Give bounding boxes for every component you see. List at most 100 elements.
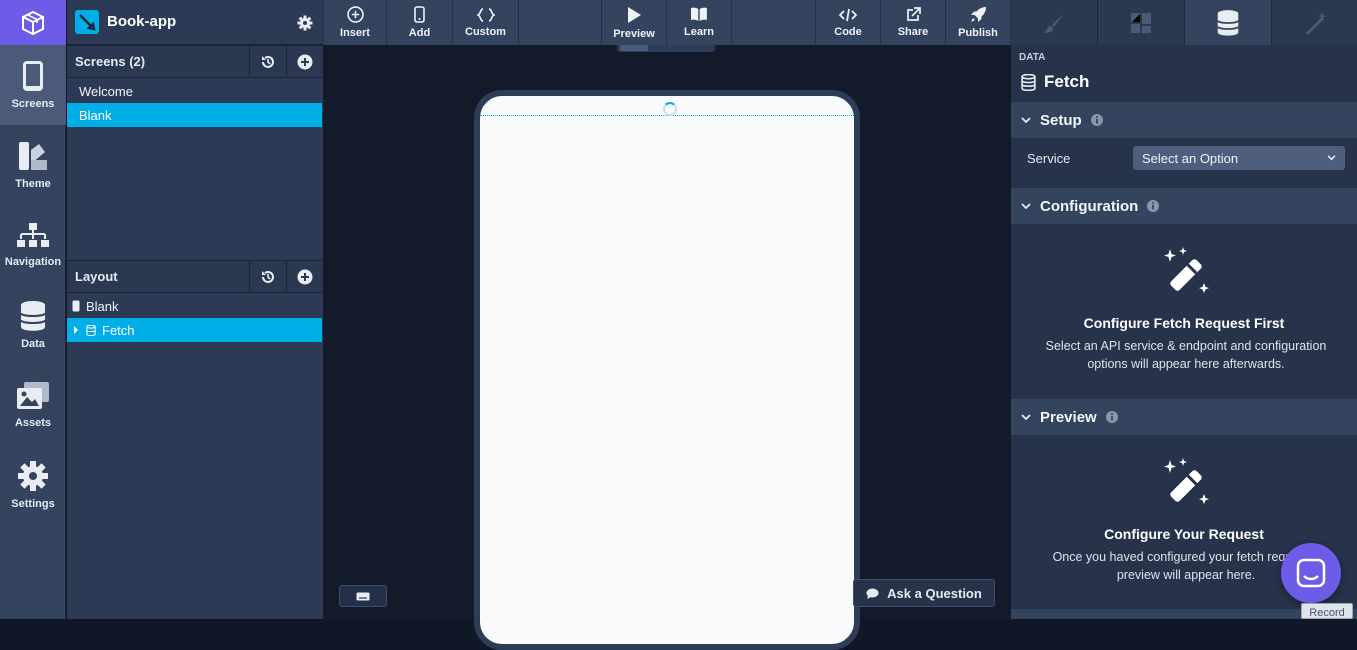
phone-preview[interactable] (474, 90, 860, 650)
screen-item-blank[interactable]: Blank (67, 103, 322, 127)
plus-circle-icon (346, 6, 364, 23)
rail-label: Screens (11, 98, 55, 110)
rail-item-theme[interactable]: Theme (0, 125, 66, 205)
setup-body: Service Select an Option (1011, 138, 1357, 187)
caret-right-icon[interactable] (73, 326, 79, 334)
sitemap-icon (17, 223, 49, 247)
preview-section-header[interactable]: Preview (1011, 399, 1357, 435)
info-icon[interactable] (1090, 114, 1103, 126)
info-icon[interactable] (1105, 411, 1118, 423)
configuration-heading: Configure Fetch Request First (1083, 315, 1285, 331)
add-screen-button[interactable] (286, 45, 323, 78)
cube-icon (22, 10, 44, 35)
rail-item-assets[interactable]: Assets (0, 365, 66, 445)
images-icon (17, 382, 49, 409)
theme-icon (19, 142, 47, 170)
chat-launcher-button[interactable] (1281, 543, 1341, 603)
rail-label: Data (21, 338, 45, 350)
ask-question-button[interactable]: Ask a Question (853, 579, 995, 607)
custom-label: Custom (465, 25, 506, 38)
share-label: Share (897, 26, 929, 38)
play-icon (627, 6, 641, 23)
insert-label: Insert (340, 27, 370, 39)
plus-circle-icon (297, 54, 313, 69)
tab-data[interactable] (1185, 0, 1272, 45)
app-icon (75, 10, 99, 34)
database-icon (1216, 9, 1240, 36)
learn-label: Learn (684, 26, 714, 38)
grid-icon (1131, 12, 1151, 33)
phone-icon (414, 6, 425, 23)
rail-item-screens[interactable]: Screens (0, 45, 66, 125)
phone-icon (72, 300, 80, 312)
custom-button[interactable]: Custom (453, 0, 519, 45)
info-icon[interactable] (1147, 200, 1160, 212)
setup-section-header[interactable]: Setup (1011, 102, 1357, 138)
preview-label: Preview (613, 27, 655, 40)
insert-button[interactable]: Insert (323, 0, 387, 45)
share-button[interactable]: Share (881, 0, 946, 45)
plus-circle-icon (297, 269, 313, 284)
configuration-section-header[interactable]: Configuration (1011, 188, 1357, 224)
service-select[interactable]: Select an Option (1133, 146, 1345, 170)
preview-button[interactable]: Preview (601, 0, 667, 45)
tab-style[interactable] (1011, 0, 1098, 45)
layout-item-label: Blank (86, 298, 119, 314)
brush-icon (1044, 12, 1064, 33)
database-icon (20, 301, 46, 331)
braces-icon (476, 7, 495, 22)
tab-layout[interactable] (1098, 0, 1185, 45)
screen-item-label: Blank (79, 107, 112, 123)
tab-interactions[interactable] (1272, 0, 1357, 45)
configuration-message: Select an API service & endpoint and con… (1045, 339, 1327, 371)
app-name: Book-app (107, 13, 177, 30)
configuration-title: Configuration (1040, 197, 1139, 215)
add-button[interactable]: Add (387, 0, 453, 45)
publish-button[interactable]: Publish (946, 0, 1011, 45)
layout-title: Layout (75, 269, 118, 284)
layout-item-fetch[interactable]: Fetch (67, 318, 322, 342)
device-toggle[interactable] (617, 45, 715, 52)
rail-item-navigation[interactable]: Navigation (0, 205, 66, 285)
rail-label: Navigation (4, 256, 62, 268)
chevron-down-icon (1021, 413, 1031, 420)
record-button[interactable]: Record (1301, 603, 1353, 619)
chevron-down-icon (1327, 155, 1336, 161)
gear-icon (18, 461, 48, 491)
code-button[interactable]: Code (815, 0, 881, 45)
magic-wand-icon (1160, 458, 1212, 508)
external-link-icon (906, 7, 921, 21)
app-settings-button[interactable] (297, 15, 313, 31)
ask-question-label: Ask a Question (887, 585, 982, 601)
service-select-value: Select an Option (1142, 150, 1239, 166)
add-component-button[interactable] (286, 260, 323, 293)
layout-history-button[interactable] (249, 260, 286, 293)
database-icon (1021, 73, 1036, 91)
keyboard-icon (356, 592, 370, 600)
keyboard-button[interactable] (339, 585, 387, 607)
history-icon (262, 55, 274, 68)
screens-title: Screens (2) (75, 54, 146, 69)
rail-label: Theme (15, 178, 51, 190)
preview-title: Preview (1040, 408, 1097, 426)
service-label: Service (1027, 151, 1071, 166)
layout-item-blank[interactable]: Blank (67, 294, 322, 318)
magic-wand-icon (1305, 11, 1326, 35)
layout-item-label: Fetch (102, 322, 135, 338)
screen-item-welcome[interactable]: Welcome (67, 79, 322, 103)
screens-history-button[interactable] (249, 45, 286, 78)
rail-item-settings[interactable]: Settings (0, 445, 66, 525)
app-logo[interactable] (0, 0, 66, 45)
learn-button[interactable]: Learn (667, 0, 732, 45)
record-label: Record (1309, 607, 1345, 619)
publish-label: Publish (958, 27, 998, 39)
rail-label: Assets (14, 417, 52, 429)
panel-title-row: Fetch (1021, 72, 1089, 92)
rail-label: Settings (11, 498, 55, 510)
panel-eyebrow: DATA (1019, 52, 1046, 63)
device-toggle-option[interactable] (620, 45, 648, 51)
loading-spinner-icon (663, 102, 677, 116)
panel-title: Fetch (1044, 72, 1090, 91)
chat-icon (1296, 558, 1326, 588)
rail-item-data[interactable]: Data (0, 285, 66, 365)
